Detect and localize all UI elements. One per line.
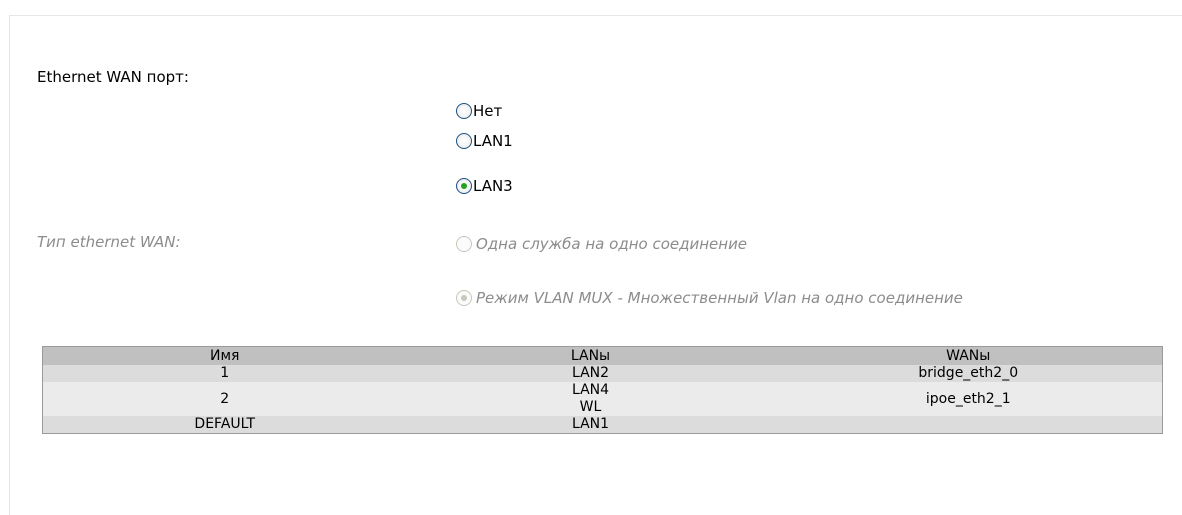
header-wans: WANы [774,346,1163,365]
table-row: 1 LAN2 bridge_eth2_0 [42,365,1163,382]
cell-name: 2 [42,382,407,416]
radio-single-service[interactable] [456,236,472,252]
radio-lan3[interactable] [456,178,472,194]
radio-none-label: Нет [473,102,503,120]
panel-top-border [9,15,1182,16]
cell-lan-item: WL [579,399,602,415]
cell-wans [774,416,1163,434]
wan-port-option-lan1[interactable]: LAN1 [456,131,513,151]
radio-vlan-mux[interactable] [456,290,472,306]
cell-wans: bridge_eth2_0 [774,365,1163,382]
wan-port-option-lan3[interactable]: LAN3 [456,176,513,196]
radio-lan3-label: LAN3 [473,177,513,195]
cell-lan-item: LAN2 [571,365,610,381]
cell-lans: LAN4 WL [406,382,775,416]
cell-name: 1 [42,365,407,382]
radio-lan1-label: LAN1 [473,132,513,150]
radio-vlan-mux-label: Режим VLAN MUX - Множественный Vlan на о… [476,289,963,307]
header-lans: LANы [406,346,775,365]
radio-none[interactable] [456,103,472,119]
cell-lan-item: LAN4 [571,382,610,398]
wan-port-label: Ethernet WAN порт: [37,68,189,86]
cell-lans: LAN1 [406,416,775,434]
radio-single-service-label: Одна служба на одно соединение [476,235,748,253]
cell-name: DEFAULT [42,416,407,434]
table-row: 2 LAN4 WL ipoe_eth2_1 [42,382,1163,416]
table-header-row: Имя LANы WANы [42,346,1163,365]
panel-left-border [9,15,10,515]
radio-lan1[interactable] [456,133,472,149]
cell-lans: LAN2 [406,365,775,382]
cell-wans: ipoe_eth2_1 [774,382,1163,416]
wan-type-option-vlan-mux[interactable]: Режим VLAN MUX - Множественный Vlan на о… [456,288,963,308]
wan-type-option-single[interactable]: Одна служба на одно соединение [456,234,747,254]
wan-type-label: Тип ethernet WAN: [37,233,181,251]
interface-grouping-table: Имя LANы WANы 1 LAN2 bridge_eth2_0 2 LAN… [42,346,1163,434]
header-name: Имя [42,346,407,365]
cell-lan-item: LAN1 [571,416,610,432]
wan-port-option-none[interactable]: Нет [456,101,502,121]
table-row: DEFAULT LAN1 [42,416,1163,434]
